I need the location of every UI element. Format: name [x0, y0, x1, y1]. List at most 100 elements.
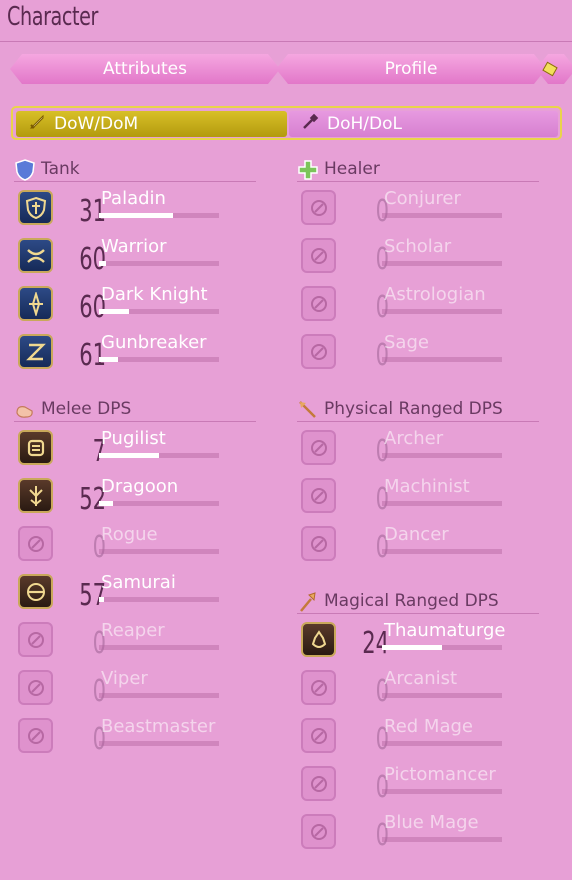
job-name: Sage: [384, 332, 429, 353]
section-header: Physical Ranged DPS: [297, 399, 539, 422]
job-level: 0: [375, 482, 389, 517]
job-exp-fill: [99, 501, 114, 506]
job-exp-bar: [382, 645, 502, 650]
job-exp-bar: [99, 549, 219, 554]
job-level: 0: [375, 434, 389, 469]
job-exp-bar: [382, 549, 502, 554]
job-exp-bar: [382, 261, 502, 266]
job-list: 24 Thaumaturge 0 Arcanist 0 Red Mage 0 Pictoman…: [297, 614, 539, 854]
job-level: 0: [375, 722, 389, 757]
dark-knight-icon: [18, 286, 53, 321]
archer-icon: [301, 430, 336, 465]
job-exp-bar: [382, 789, 502, 794]
job-row-samurai[interactable]: 57 Samurai: [14, 566, 256, 614]
job-exp-bar: [99, 453, 219, 458]
job-row-blue-mage[interactable]: 0 Blue Mage: [297, 806, 539, 854]
tab-attributes[interactable]: Attributes: [10, 54, 280, 84]
sword-icon: [26, 113, 48, 136]
job-level: 0: [375, 194, 389, 229]
job-exp-bar: [382, 693, 502, 698]
job-exp-bar: [382, 741, 502, 746]
job-level: 24: [362, 626, 389, 661]
job-name: Reaper: [101, 620, 165, 641]
tab-doh-dol[interactable]: DoH/DoL: [289, 111, 558, 137]
job-row-sage[interactable]: 0 Sage: [297, 326, 539, 374]
job-row-dancer[interactable]: 0 Dancer: [297, 518, 539, 566]
job-exp-bar: [382, 213, 502, 218]
job-name: Gunbreaker: [101, 332, 207, 353]
job-row-reaper[interactable]: 0 Reaper: [14, 614, 256, 662]
staff-icon: [297, 591, 319, 613]
viper-icon: [18, 670, 53, 705]
job-level: 0: [92, 722, 106, 757]
job-exp-bar: [382, 309, 502, 314]
job-row-archer[interactable]: 0 Archer: [297, 422, 539, 470]
tab-dow-dom[interactable]: DoW/DoM: [16, 111, 287, 137]
job-name: Archer: [384, 428, 444, 449]
job-level: 0: [375, 338, 389, 373]
samurai-icon: [18, 574, 53, 609]
red-mage-icon: [301, 718, 336, 753]
job-exp-bar: [99, 693, 219, 698]
job-level: 52: [79, 482, 106, 517]
job-row-conjurer[interactable]: 0 Conjurer: [297, 182, 539, 230]
section-header: Melee DPS: [14, 399, 256, 422]
blue-mage-icon: [301, 814, 336, 849]
job-exp-fill: [99, 309, 129, 314]
section-physical-ranged-dps: Physical Ranged DPS 0 Archer 0 Machinist 0 Da…: [297, 399, 539, 566]
job-row-astrologian[interactable]: 0 Astrologian: [297, 278, 539, 326]
tab-more[interactable]: [536, 54, 572, 84]
hammer-icon: [299, 113, 321, 136]
job-name: Red Mage: [384, 716, 473, 737]
melee-dps-icon: [14, 399, 36, 421]
job-exp-bar: [382, 453, 502, 458]
section-magical-ranged-dps: Magical Ranged DPS 24 Thaumaturge 0 Arcanis…: [297, 591, 539, 854]
job-level: 0: [375, 818, 389, 853]
main-tabs: Attributes Profile: [0, 54, 572, 86]
job-exp-bar: [99, 501, 219, 506]
gunbreaker-icon: [18, 334, 53, 369]
job-row-gunbreaker[interactable]: 61 Gunbreaker: [14, 326, 256, 374]
dragoon-icon: [18, 478, 53, 513]
job-row-viper[interactable]: 0 Viper: [14, 662, 256, 710]
job-exp-bar: [382, 501, 502, 506]
arrow-icon: [297, 399, 319, 421]
job-level: 0: [375, 530, 389, 565]
job-row-beastmaster[interactable]: 0 Beastmaster: [14, 710, 256, 758]
job-exp-bar: [99, 213, 219, 218]
job-level: 0: [92, 674, 106, 709]
job-row-red-mage[interactable]: 0 Red Mage: [297, 710, 539, 758]
section-header: Magical Ranged DPS: [297, 591, 539, 614]
job-exp-bar: [99, 597, 219, 602]
job-level: 0: [375, 290, 389, 325]
job-level: 60: [79, 290, 106, 325]
dancer-icon: [301, 526, 336, 561]
job-row-pugilist[interactable]: 7 Pugilist: [14, 422, 256, 470]
job-row-dragoon[interactable]: 52 Dragoon: [14, 470, 256, 518]
job-name: Pugilist: [101, 428, 166, 449]
job-row-dark-knight[interactable]: 60 Dark Knight: [14, 278, 256, 326]
thaumaturge-icon: [301, 622, 336, 657]
tab-dow-dom-label: DoW/DoM: [54, 114, 139, 134]
job-level: 61: [79, 338, 106, 373]
tab-profile[interactable]: Profile: [276, 54, 546, 84]
astrologian-icon: [301, 286, 336, 321]
job-row-pictomancer[interactable]: 0 Pictomancer: [297, 758, 539, 806]
job-name: Dragoon: [101, 476, 179, 497]
job-row-arcanist[interactable]: 0 Arcanist: [297, 662, 539, 710]
reaper-icon: [18, 622, 53, 657]
job-name: Conjurer: [384, 188, 461, 209]
job-name: Blue Mage: [384, 812, 479, 833]
job-exp-bar: [99, 357, 219, 362]
pictomancer-icon: [301, 766, 336, 801]
scholar-icon: [301, 238, 336, 273]
job-level: 0: [375, 770, 389, 805]
job-row-thaumaturge[interactable]: 24 Thaumaturge: [297, 614, 539, 662]
job-row-paladin[interactable]: 31 Paladin: [14, 182, 256, 230]
job-row-warrior[interactable]: 60 Warrior: [14, 230, 256, 278]
role-tab-bar: DoW/DoM DoH/DoL: [11, 106, 562, 140]
job-row-machinist[interactable]: 0 Machinist: [297, 470, 539, 518]
job-name: Dark Knight: [101, 284, 208, 305]
job-row-scholar[interactable]: 0 Scholar: [297, 230, 539, 278]
job-row-rogue[interactable]: 0 Rogue: [14, 518, 256, 566]
